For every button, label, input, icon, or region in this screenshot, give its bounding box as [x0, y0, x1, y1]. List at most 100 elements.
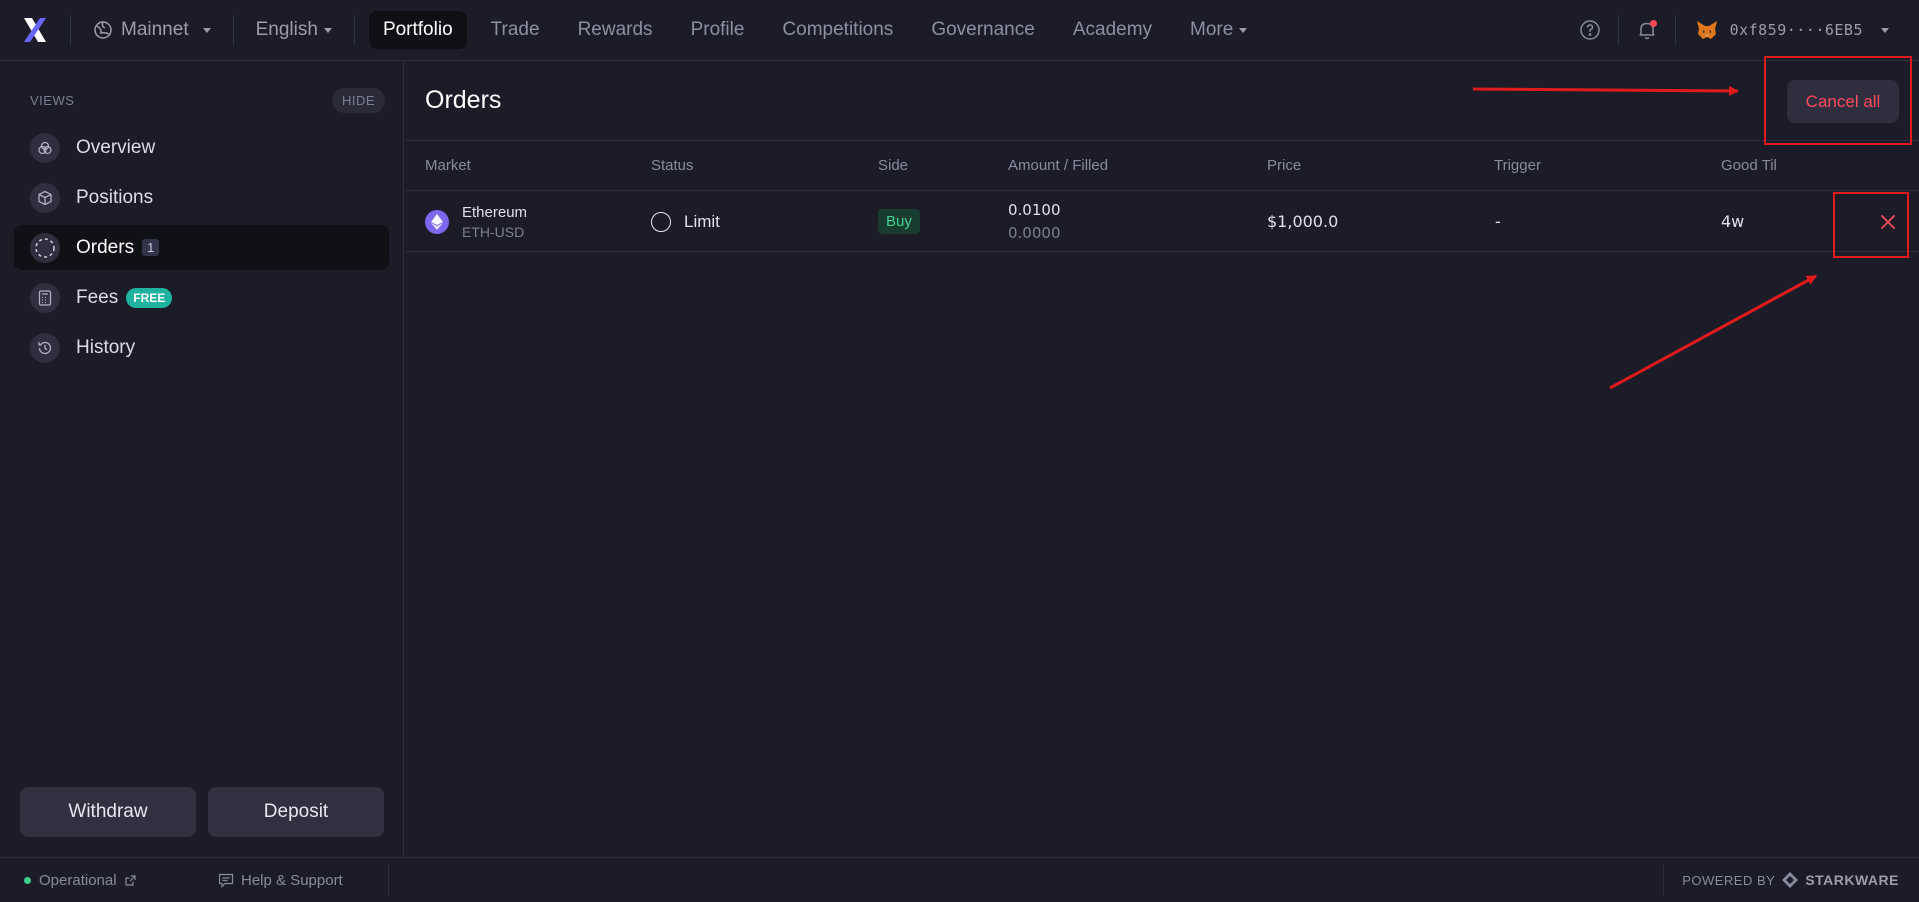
- sidebar-item-orders[interactable]: Orders 1: [14, 225, 389, 270]
- price-cell: $1,000.0: [1267, 191, 1338, 252]
- notification-dot: [1649, 20, 1657, 27]
- chat-icon: [218, 873, 234, 888]
- sidebar-item-history[interactable]: History: [14, 325, 389, 370]
- trigger-cell: -: [1495, 191, 1501, 252]
- nav-portfolio[interactable]: Portfolio: [368, 11, 467, 49]
- metamask-fox-icon: [1696, 20, 1718, 40]
- divider: [388, 864, 389, 896]
- orders-header: Orders Cancel all: [405, 61, 1919, 141]
- nav-rewards[interactable]: Rewards: [564, 11, 667, 49]
- history-icon: [30, 332, 60, 363]
- ethereum-icon: [425, 209, 449, 234]
- external-link-icon: [124, 874, 136, 886]
- page-title: Orders: [425, 86, 502, 114]
- column-header-amount-filled[interactable]: Amount / Filled: [1008, 141, 1108, 191]
- views-list: Overview Positions Orders 1 Fees FREE Hi…: [0, 121, 403, 370]
- sidebar-item-overview[interactable]: Overview: [14, 125, 389, 170]
- chevron-down-icon: [1239, 27, 1248, 33]
- column-header-market[interactable]: Market: [425, 141, 471, 191]
- deposit-button[interactable]: Deposit: [208, 787, 384, 837]
- cube-icon: [30, 182, 60, 213]
- market-cell: Ethereum ETH-USD: [425, 191, 527, 252]
- sidebar-item-label: Fees: [76, 286, 119, 308]
- sidebar-item-label: Overview: [76, 136, 156, 158]
- top-navigation-bar: Mainnet English Portfolio Trade Rewards …: [0, 0, 1919, 61]
- column-header-side[interactable]: Side: [878, 141, 908, 191]
- market-symbol: ETH-USD: [462, 223, 525, 240]
- network-selector[interactable]: Mainnet: [71, 19, 233, 41]
- help-support-link[interactable]: Help & Support: [200, 872, 388, 889]
- column-header-trigger[interactable]: Trigger: [1494, 141, 1541, 191]
- free-badge: FREE: [126, 287, 173, 308]
- side-badge: Buy: [878, 209, 920, 234]
- side-cell: Buy: [878, 191, 920, 252]
- overview-icon: [30, 132, 60, 163]
- main-nav: Portfolio Trade Rewards Profile Competit…: [368, 11, 1271, 49]
- order-good-til: 4w: [1721, 212, 1745, 231]
- wallet-address: 0xf859····6EB5: [1729, 21, 1863, 39]
- calculator-icon: [30, 282, 60, 313]
- language-selector[interactable]: English: [234, 19, 354, 41]
- starkware-logo-icon: [1781, 871, 1799, 889]
- nav-competitions[interactable]: Competitions: [768, 11, 907, 49]
- cancel-order-button[interactable]: [1868, 202, 1908, 242]
- column-header-price[interactable]: Price: [1267, 141, 1301, 191]
- notifications-button[interactable]: [1619, 0, 1675, 60]
- good-til-cell: 4w: [1721, 191, 1744, 252]
- close-icon: [1880, 214, 1896, 230]
- actions-cell: [1868, 191, 1908, 252]
- sidebar-item-positions[interactable]: Positions: [14, 175, 389, 220]
- nav-governance[interactable]: Governance: [917, 11, 1049, 49]
- status-link[interactable]: Operational: [0, 872, 200, 889]
- orders-table-header: Market Status Side Amount / Filled Price…: [405, 141, 1919, 191]
- status-cell: Limit: [651, 191, 720, 252]
- orders-count-badge: 1: [142, 239, 160, 256]
- sidebar-item-label: Positions: [76, 186, 154, 208]
- cancel-all-button[interactable]: Cancel all: [1787, 80, 1899, 123]
- chevron-down-icon: [202, 27, 211, 33]
- globe-icon: [93, 20, 113, 40]
- order-price: $1,000.0: [1267, 212, 1339, 231]
- nav-academy[interactable]: Academy: [1059, 11, 1166, 49]
- powered-by: POWERED BY STARKWARE: [1663, 864, 1919, 896]
- hide-sidebar-button[interactable]: HIDE: [331, 88, 385, 113]
- column-header-good-til[interactable]: Good Til: [1721, 141, 1777, 191]
- nav-more[interactable]: More: [1176, 11, 1261, 49]
- status-text: Operational: [39, 871, 117, 889]
- topbar-right: 0xf859····6EB5: [1562, 0, 1919, 60]
- footer: Operational Help & Support POWERED BY ST…: [0, 857, 1919, 902]
- market-name: Ethereum: [462, 203, 528, 221]
- views-header: VIEWS HIDE: [0, 61, 403, 121]
- starkware-brand: STARKWARE: [1805, 872, 1899, 888]
- market-info: Ethereum ETH-USD: [462, 204, 527, 240]
- chevron-down-icon: [1881, 27, 1889, 33]
- views-label: VIEWS: [30, 93, 75, 108]
- wallet-selector[interactable]: 0xf859····6EB5: [1676, 20, 1919, 40]
- nav-profile[interactable]: Profile: [677, 11, 759, 49]
- funds-actions: Withdraw Deposit: [20, 787, 384, 837]
- nav-trade[interactable]: Trade: [477, 11, 554, 49]
- network-label: Mainnet: [121, 19, 189, 40]
- dydx-logo[interactable]: [0, 0, 70, 60]
- divider: [353, 15, 355, 45]
- open-circle-icon: [651, 211, 671, 232]
- order-status: Limit: [684, 211, 720, 231]
- sidebar-item-fees[interactable]: Fees FREE: [14, 275, 389, 320]
- table-row[interactable]: Ethereum ETH-USD Limit Buy 0.0100 0.0000…: [405, 191, 1919, 252]
- chevron-down-icon: [323, 27, 332, 33]
- nav-more-label: More: [1190, 19, 1234, 40]
- sidebar: VIEWS HIDE Overview Positions Orders 1 F…: [0, 61, 404, 857]
- dashed-circle-icon: [30, 232, 60, 263]
- language-label: English: [255, 19, 318, 40]
- amount-cell: 0.0100 0.0000: [1008, 191, 1061, 252]
- sidebar-item-label: History: [76, 336, 136, 358]
- orders-panel: Orders Cancel all Market Status Side Amo…: [405, 61, 1919, 857]
- status-dot: [24, 876, 31, 884]
- withdraw-button[interactable]: Withdraw: [20, 787, 196, 837]
- column-header-status[interactable]: Status: [651, 141, 694, 191]
- powered-by-label: POWERED BY: [1682, 872, 1776, 888]
- order-amount: 0.0100: [1008, 201, 1061, 219]
- help-button[interactable]: [1562, 0, 1618, 60]
- order-trigger: -: [1495, 212, 1501, 231]
- question-icon: [1579, 19, 1601, 41]
